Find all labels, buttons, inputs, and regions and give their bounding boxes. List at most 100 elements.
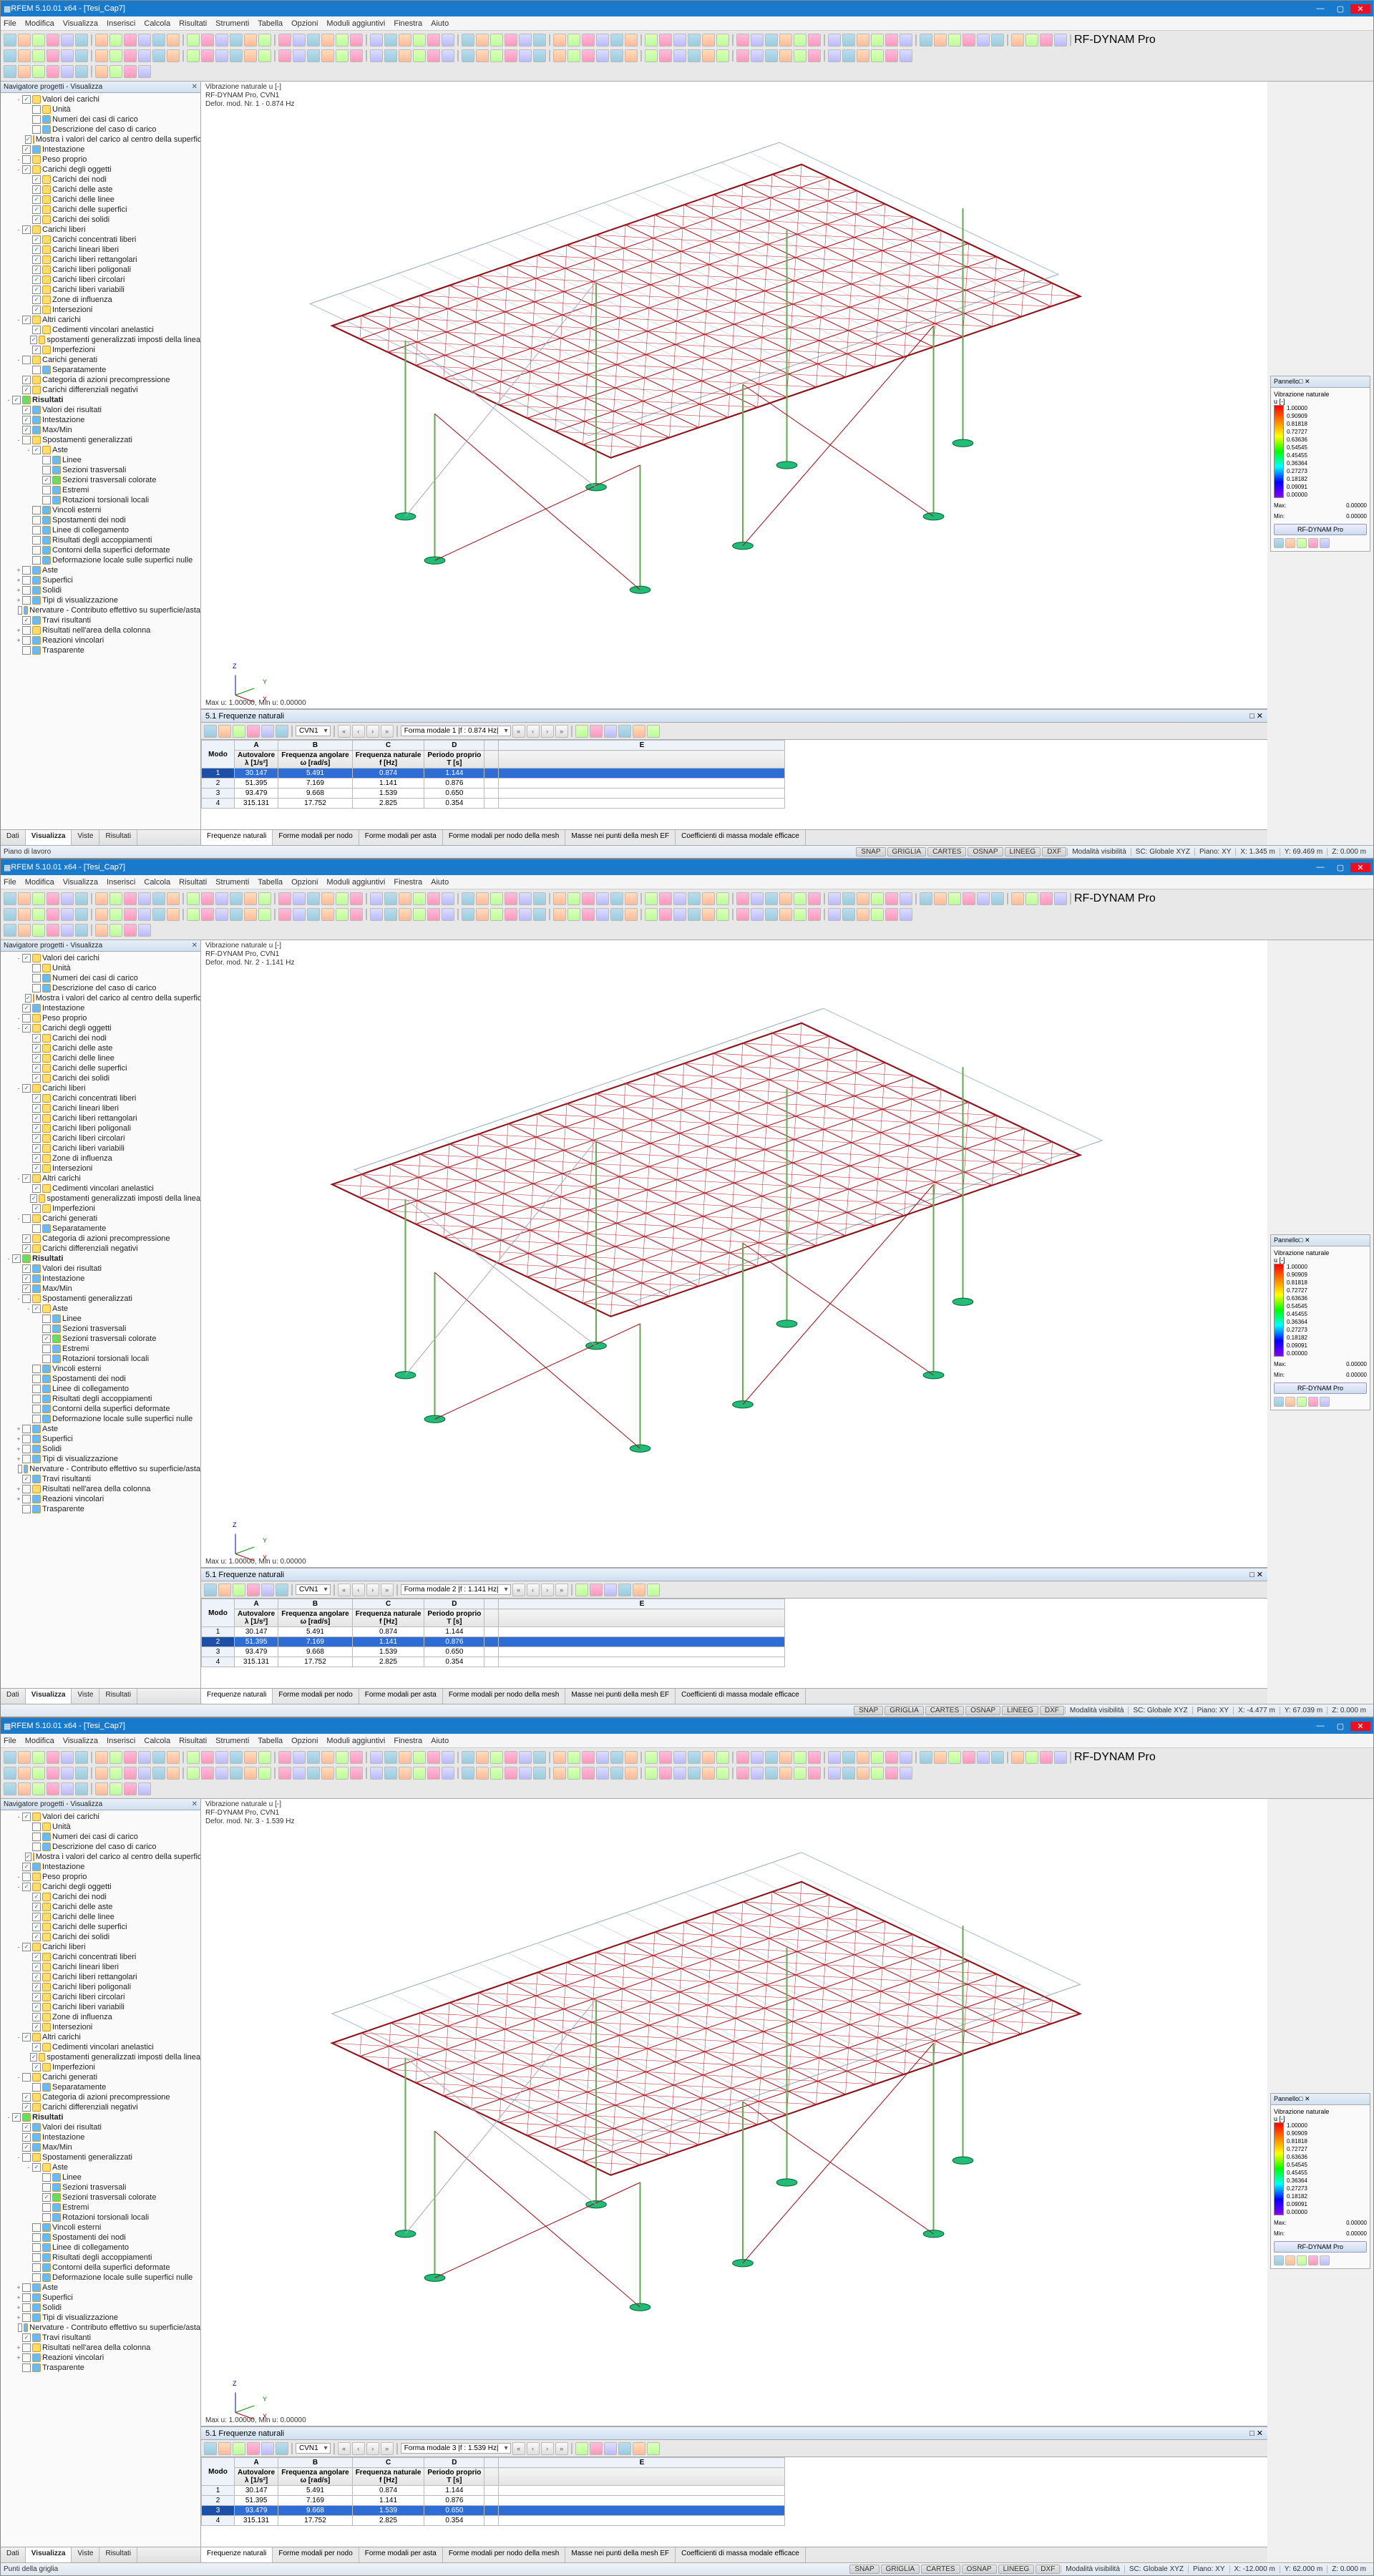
tree-toggle[interactable]: - bbox=[15, 955, 22, 962]
tree-checkbox[interactable] bbox=[32, 1054, 41, 1063]
tree-node[interactable]: Intersezioni bbox=[4, 305, 200, 315]
tree-node[interactable]: -Carichi generati bbox=[4, 2072, 200, 2082]
table-tab[interactable]: Frequenze naturali bbox=[201, 2547, 273, 2562]
table-tool-button[interactable] bbox=[204, 725, 217, 738]
tree-label[interactable]: Valori dei carichi bbox=[42, 95, 99, 104]
toolbar-button[interactable] bbox=[321, 892, 334, 905]
tree-label[interactable]: Carichi degli oggetti bbox=[42, 1024, 112, 1033]
toolbar-button[interactable] bbox=[230, 1767, 243, 1780]
toolbar-button[interactable] bbox=[167, 1767, 180, 1780]
table-tab[interactable]: Forme modali per nodo della mesh bbox=[443, 830, 566, 845]
legend-tool-button[interactable] bbox=[1308, 538, 1318, 548]
toolbar-button[interactable] bbox=[519, 1767, 532, 1780]
toolbar-button[interactable] bbox=[32, 1782, 45, 1795]
tree-label[interactable]: Travi risultanti bbox=[42, 1475, 91, 1483]
tree-checkbox[interactable] bbox=[32, 2253, 41, 2262]
toolbar-button[interactable] bbox=[871, 908, 884, 921]
navigator-tab[interactable]: Visualizza bbox=[26, 830, 72, 845]
maximize-button[interactable]: ▢ bbox=[1330, 863, 1350, 872]
toolbar-button[interactable] bbox=[533, 1751, 546, 1764]
status-toggle[interactable]: LINEEG bbox=[1002, 1706, 1038, 1715]
tree-label[interactable]: spostamenti generalizzati imposti della … bbox=[47, 1194, 200, 1203]
tree-node[interactable]: -Risultati bbox=[4, 2112, 200, 2122]
toolbar-button[interactable] bbox=[934, 1751, 947, 1764]
tree-label[interactable]: Numeri dei casi di carico bbox=[52, 1833, 138, 1841]
tree-node[interactable]: Vincoli esterni bbox=[4, 1364, 200, 1374]
toolbar-button[interactable] bbox=[702, 1751, 715, 1764]
tree-toggle[interactable]: + bbox=[15, 2284, 22, 2291]
legend-tool-button[interactable] bbox=[1297, 538, 1307, 548]
table-nav-button[interactable]: « bbox=[512, 2442, 525, 2455]
tree-node[interactable]: Carichi delle linee bbox=[4, 1912, 200, 1922]
table-nav-button[interactable]: ‹ bbox=[527, 2442, 540, 2455]
tree-checkbox[interactable] bbox=[32, 1304, 41, 1313]
toolbar-button[interactable] bbox=[350, 1751, 363, 1764]
tree-checkbox[interactable] bbox=[42, 1324, 51, 1333]
tree-node[interactable]: -Carichi degli oggetti bbox=[4, 1023, 200, 1033]
legend-tool-button[interactable] bbox=[1274, 2255, 1284, 2265]
tree-toggle[interactable]: - bbox=[5, 1255, 12, 1262]
menu-item[interactable]: Visualizza bbox=[63, 878, 98, 887]
tree-node[interactable]: Travi risultanti bbox=[4, 615, 200, 625]
tree-checkbox[interactable] bbox=[32, 366, 41, 374]
toolbar-button[interactable] bbox=[779, 892, 792, 905]
table-nav-button[interactable]: ‹ bbox=[352, 2442, 365, 2455]
tree-node[interactable]: +Aste bbox=[4, 2283, 200, 2293]
close-button[interactable]: ✕ bbox=[1350, 4, 1370, 14]
tree-checkbox[interactable] bbox=[22, 2133, 31, 2142]
toolbar-button[interactable] bbox=[688, 1751, 701, 1764]
toolbar-button[interactable] bbox=[75, 1767, 88, 1780]
tree-label[interactable]: Carichi liberi variabili bbox=[52, 1144, 125, 1153]
toolbar-button[interactable] bbox=[505, 34, 517, 47]
tree-label[interactable]: Carichi dei nodi bbox=[52, 1893, 107, 1901]
tree-node[interactable]: Carichi differenziali negativi bbox=[4, 385, 200, 395]
tree-node[interactable]: -Valori dei carichi bbox=[4, 953, 200, 963]
tree-node[interactable]: Nervature - Contributo effettivo su supe… bbox=[4, 2323, 200, 2333]
toolbar-button[interactable] bbox=[187, 908, 200, 921]
tree-label[interactable]: Carichi delle linee bbox=[52, 195, 114, 204]
menu-item[interactable]: Modifica bbox=[25, 1737, 54, 1745]
tree-label[interactable]: Nervature - Contributo effettivo su supe… bbox=[29, 1465, 200, 1473]
tree-node[interactable]: Carichi lineari liberi bbox=[4, 245, 200, 255]
toolbar-button[interactable] bbox=[934, 892, 947, 905]
tree-label[interactable]: Unità bbox=[52, 1823, 71, 1831]
tree-checkbox[interactable] bbox=[22, 2293, 31, 2302]
menu-item[interactable]: Finestra bbox=[394, 1737, 422, 1745]
toolbar-button[interactable] bbox=[900, 34, 912, 47]
tree-checkbox[interactable] bbox=[25, 1853, 31, 1861]
toolbar-button[interactable] bbox=[167, 34, 180, 47]
toolbar-button[interactable] bbox=[779, 1751, 792, 1764]
tree-label[interactable]: Intestazione bbox=[42, 1004, 84, 1013]
toolbar-button[interactable] bbox=[1025, 892, 1038, 905]
tree-node[interactable]: Trasparente bbox=[4, 2363, 200, 2373]
toolbar-button[interactable] bbox=[61, 908, 74, 921]
legend-tool-button[interactable] bbox=[1308, 1397, 1318, 1407]
toolbar-button[interactable] bbox=[47, 892, 59, 905]
toolbar-button[interactable] bbox=[293, 908, 306, 921]
case-combo[interactable]: CVN1 bbox=[296, 1584, 331, 1595]
toolbar-button[interactable] bbox=[871, 1767, 884, 1780]
tree-checkbox[interactable] bbox=[32, 1933, 41, 1941]
tree-node[interactable]: Intestazione bbox=[4, 2132, 200, 2142]
tree-toggle[interactable]: - bbox=[15, 1883, 22, 1890]
table-tab[interactable]: Forme modali per nodo della mesh bbox=[443, 1689, 566, 1704]
toolbar-button[interactable] bbox=[920, 892, 932, 905]
tree-label[interactable]: Carichi liberi rettangolari bbox=[52, 1114, 137, 1123]
toolbar-button[interactable] bbox=[476, 892, 489, 905]
toolbar-button[interactable] bbox=[95, 34, 108, 47]
tree-checkbox[interactable] bbox=[22, 1024, 31, 1033]
tree-checkbox[interactable] bbox=[30, 1194, 36, 1203]
tree-node[interactable]: Contorni della superfici deformate bbox=[4, 1404, 200, 1414]
tree-checkbox[interactable] bbox=[22, 426, 31, 434]
tree-toggle[interactable]: + bbox=[15, 2314, 22, 2321]
toolbar-button[interactable] bbox=[138, 65, 151, 78]
table-tab[interactable]: Forme modali per asta bbox=[359, 2547, 443, 2562]
tree-node[interactable]: Carichi differenziali negativi bbox=[4, 2102, 200, 2112]
tree-label[interactable]: Sezioni trasversali bbox=[62, 1324, 126, 1333]
toolbar-button[interactable] bbox=[321, 1751, 334, 1764]
toolbar-button[interactable] bbox=[47, 34, 59, 47]
tree-node[interactable]: Sezioni trasversali colorate bbox=[4, 2192, 200, 2202]
toolbar-button[interactable] bbox=[765, 1767, 778, 1780]
tree-checkbox[interactable] bbox=[22, 1234, 31, 1243]
toolbar-button[interactable] bbox=[751, 892, 764, 905]
